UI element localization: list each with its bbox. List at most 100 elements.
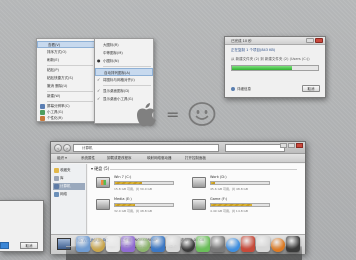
menu-item-label: 排序方式(O) bbox=[47, 50, 67, 54]
ball-icon[interactable] bbox=[271, 238, 285, 252]
sidebar-item-favorites[interactable]: 收藏夹 bbox=[53, 167, 85, 174]
menu-separator bbox=[47, 101, 93, 102]
copy-status-text: 正在复制 1 个项目(843 KB) bbox=[231, 48, 276, 52]
open-control-panel-button[interactable]: 打开控制面板 bbox=[185, 154, 206, 163]
maximize-button[interactable] bbox=[288, 143, 295, 148]
chat-icon[interactable] bbox=[196, 236, 210, 252]
copy-progress-dialog: 已完成 10 秒 正在复制 1 个项目(843 KB) 从 新建文件夹 (2) … bbox=[224, 36, 326, 98]
video-icon[interactable] bbox=[286, 236, 300, 252]
submenu-item-label: 显示桌面小工具(G) bbox=[103, 97, 133, 101]
finder-icon[interactable] bbox=[76, 236, 90, 252]
menu-item-label: 屏幕分辨率(C) bbox=[47, 104, 70, 108]
minimize-button[interactable] bbox=[306, 38, 314, 43]
explorer-address-bar-area: ‹ › 计算机 bbox=[51, 142, 305, 154]
close-button[interactable] bbox=[315, 38, 323, 43]
star-icon bbox=[54, 168, 59, 173]
menu-item-personalize[interactable]: 个性化(R) bbox=[37, 115, 95, 122]
system-drive-icon bbox=[96, 177, 110, 188]
drive-usage-fill bbox=[115, 182, 143, 184]
copy-path-text: 从 新建文件夹 (2) 到 新建文件夹 (2) (Users (C:)) bbox=[231, 57, 310, 61]
drive-capacity: 45.6 GB 可用，共 48.8 GB bbox=[210, 187, 248, 191]
chevron-down-icon bbox=[231, 87, 235, 91]
minimize-button[interactable] bbox=[280, 143, 287, 148]
menu-separator bbox=[103, 66, 151, 67]
drive-e[interactable]: Media (E:) 32.0 GB 可用，共 48.8 GB bbox=[96, 197, 176, 217]
submenu-item-label: 将图标与网格对齐(I) bbox=[103, 78, 135, 82]
menu-item-label: 小工具(G) bbox=[47, 110, 63, 114]
drive-f[interactable]: Game (F:) 4.49 GB 可用，共 14.8 GB bbox=[192, 197, 272, 217]
window-controls bbox=[306, 38, 323, 43]
network-icon bbox=[54, 192, 59, 197]
dialog-title: 已完成 10 秒 bbox=[231, 39, 252, 43]
address-bar[interactable]: 计算机 bbox=[73, 144, 219, 152]
system-properties-button[interactable]: 系统属性 bbox=[81, 154, 95, 163]
nav-buttons: ‹ › bbox=[54, 144, 71, 152]
drive-d[interactable]: Work (D:) 45.6 GB 可用，共 48.8 GB bbox=[192, 175, 272, 195]
menu-item-label: 刷新(E) bbox=[47, 58, 59, 62]
drive-capacity: 4.49 GB 可用，共 14.8 GB bbox=[210, 209, 248, 213]
menu-item-label: 粘贴(P) bbox=[47, 68, 59, 72]
back-button[interactable]: ‹ bbox=[54, 144, 62, 152]
menu-item-label: 个性化(R) bbox=[47, 116, 63, 120]
photo-icon[interactable] bbox=[136, 238, 150, 252]
menu-item-undo-delete[interactable]: 撤消 删除(U) bbox=[37, 83, 95, 90]
check-icon: ✓ bbox=[97, 77, 101, 82]
drive-capacity: 15.8 GB 可用，共 30.0 GB bbox=[114, 187, 152, 191]
safari-icon[interactable] bbox=[226, 238, 240, 252]
menu-item-paste[interactable]: 粘贴(P) bbox=[37, 67, 95, 74]
submenu-item-label: 显示桌面图标(D) bbox=[103, 89, 130, 93]
dialog-titlebar[interactable]: 已完成 10 秒 bbox=[225, 37, 325, 45]
bullet-icon: ● bbox=[97, 58, 101, 63]
menu-separator bbox=[103, 85, 151, 86]
address-text: 计算机 bbox=[82, 146, 93, 150]
settings-icon[interactable] bbox=[211, 236, 225, 252]
more-details-toggle[interactable]: 详细信息 bbox=[231, 87, 251, 92]
search-input[interactable] bbox=[225, 144, 285, 152]
drive-c[interactable]: Win 7 (C:) 15.8 GB 可用，共 30.0 GB bbox=[96, 175, 176, 195]
menu-item-sort[interactable]: 排序方式(O) bbox=[37, 49, 95, 56]
sidebar-item-libraries[interactable]: 库 bbox=[53, 175, 85, 182]
menu-item-paste-shortcut[interactable]: 粘贴快捷方式(S) bbox=[37, 75, 95, 82]
map-network-drive-button[interactable]: 映射网络驱动器 bbox=[147, 154, 172, 163]
submenu-item-align-grid[interactable]: ✓ 将图标与网格对齐(I) bbox=[95, 76, 153, 84]
drive-usage-fill bbox=[115, 204, 135, 206]
uninstall-program-button[interactable]: 卸载或更改程序 bbox=[107, 154, 132, 163]
menu-item-refresh[interactable]: 刷新(E) bbox=[37, 57, 95, 64]
dashboard-icon[interactable] bbox=[181, 238, 195, 252]
submenu-item-medium-icons[interactable]: 中等图标(M) bbox=[95, 49, 153, 57]
ok-button[interactable] bbox=[0, 242, 9, 249]
forward-button[interactable]: › bbox=[63, 144, 71, 152]
partial-dialog: 取消 bbox=[0, 200, 44, 252]
sidebar-item-label: 计算机 bbox=[60, 184, 71, 188]
drive-usage-fill bbox=[211, 182, 216, 184]
app-icon[interactable] bbox=[241, 236, 255, 252]
folder-icon[interactable] bbox=[91, 238, 105, 252]
submenu-item-large-icons[interactable]: 大图标(R) bbox=[95, 41, 153, 49]
submenu-item-label: 小图标(N) bbox=[103, 59, 119, 63]
group-header[interactable]: ▾ 硬盘 (5) bbox=[91, 166, 109, 172]
menu-item-label: 粘贴快捷方式(S) bbox=[47, 76, 73, 80]
sidebar-item-network[interactable]: 网络 bbox=[53, 191, 85, 198]
menu-item-label: 查看(V) bbox=[48, 43, 61, 47]
globe-icon[interactable] bbox=[151, 236, 165, 252]
sidebar-item-computer[interactable]: 计算机 bbox=[53, 183, 85, 190]
menu-item-view[interactable]: 查看(V) bbox=[37, 41, 95, 48]
close-button[interactable] bbox=[296, 143, 303, 148]
submenu-item-small-icons[interactable]: ● 小图标(N) bbox=[95, 57, 153, 65]
menu-item-new[interactable]: 新建(W) bbox=[37, 93, 95, 100]
calendar-icon[interactable] bbox=[166, 236, 180, 252]
drive-capacity: 32.0 GB 可用，共 48.8 GB bbox=[114, 209, 152, 213]
store-icon[interactable] bbox=[256, 236, 270, 252]
copy-progress-bar bbox=[231, 65, 319, 71]
submenu-item-auto-arrange[interactable]: 自动排列图标(A) bbox=[95, 68, 153, 76]
submenu-item-show-icons[interactable]: ✓ 显示桌面图标(D) bbox=[95, 87, 153, 95]
cancel-button[interactable]: 取消 bbox=[302, 85, 320, 92]
navigation-pane: 收藏夹 库 计算机 网络 bbox=[51, 164, 87, 234]
organize-button[interactable]: 组织 ▾ bbox=[57, 154, 67, 163]
music-icon[interactable] bbox=[121, 236, 135, 252]
apple-logo-icon bbox=[137, 103, 156, 127]
menu-separator bbox=[47, 65, 93, 66]
hard-drive-icon bbox=[192, 177, 206, 188]
cancel-button[interactable]: 取消 bbox=[20, 242, 38, 249]
mail-icon[interactable] bbox=[106, 236, 120, 252]
